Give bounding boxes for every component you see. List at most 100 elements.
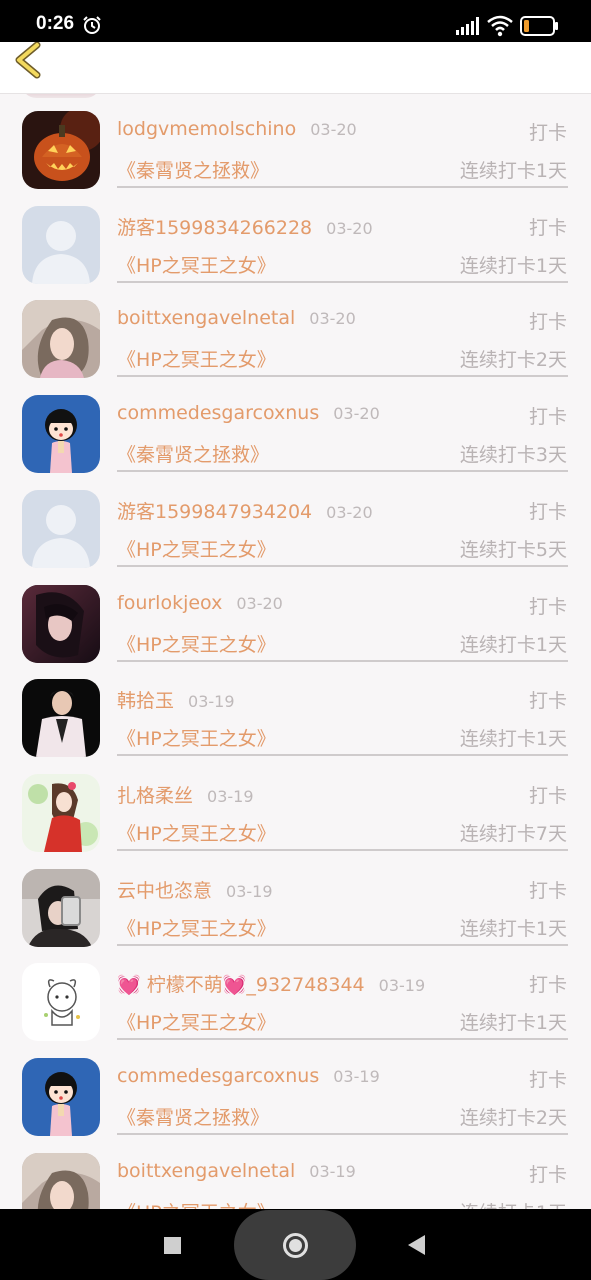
user-name[interactable]: 云中也恣意: [117, 880, 212, 902]
user-name[interactable]: 游客1599834266228: [117, 217, 312, 239]
battery-icon: [520, 16, 558, 36]
checkin-type: 打卡: [528, 216, 567, 239]
user-name[interactable]: boittxengavelnetal: [117, 1160, 295, 1182]
book-title[interactable]: 《HP之冥王之女》: [117, 1198, 276, 1209]
list-item[interactable]: fourlokjeox 03-20 打卡 《HP之冥王之女》 连续打卡1天: [0, 568, 591, 663]
book-title[interactable]: 《HP之冥王之女》: [117, 345, 276, 372]
user-name[interactable]: fourlokjeox: [117, 592, 222, 614]
checkin-type: 打卡: [528, 500, 567, 523]
streak-label: 连续打卡1天: [459, 917, 567, 940]
checkin-type: 打卡: [528, 690, 567, 713]
divider: [117, 186, 568, 188]
streak-label: 连续打卡1天: [459, 254, 567, 277]
avatar[interactable]: [22, 679, 100, 758]
book-title[interactable]: 《HP之冥王之女》: [117, 535, 276, 562]
streak-label: 连续打卡2天: [459, 349, 567, 372]
user-name[interactable]: 游客1599847934204: [117, 501, 312, 523]
book-title[interactable]: 《HP之冥王之女》: [117, 914, 276, 941]
checkin-type: 打卡: [528, 311, 567, 334]
user-name[interactable]: 扎格柔丝: [117, 785, 193, 807]
avatar[interactable]: [22, 1058, 100, 1136]
user-name[interactable]: 韩拾玉: [117, 690, 174, 712]
book-title[interactable]: 《秦霄贤之拯救》: [117, 156, 269, 183]
checkin-type: 打卡: [528, 974, 567, 997]
back-arrow-icon[interactable]: [10, 42, 50, 82]
list-item[interactable]: lodgvmemolschino 03-20 打卡《秦霄贤之拯救》 连续打卡1天: [0, 94, 591, 189]
book-title[interactable]: 《HP之冥王之女》: [117, 630, 276, 657]
checkin-type: 打卡: [528, 406, 567, 429]
streak-label: 连续打卡1天: [459, 728, 567, 751]
divider: [117, 754, 568, 757]
book-title[interactable]: 《秦霄贤之拯救》: [117, 440, 269, 467]
status-bar: 0:26: [0, 0, 591, 42]
checkin-date: 03-20: [310, 120, 357, 139]
top-app-bar: [0, 42, 591, 94]
user-name[interactable]: lodgvmemolschino: [117, 118, 296, 140]
book-title[interactable]: 《HP之冥王之女》: [117, 251, 276, 278]
avatar[interactable]: [22, 395, 100, 474]
list-item[interactable]: boittxengavelnetal 03-19 打卡《HP之冥王之女》 连续打卡1天: [0, 1136, 591, 1209]
avatar[interactable]: [22, 205, 100, 284]
avatar[interactable]: [22, 111, 100, 189]
list-item[interactable]: boittxengavelnetal 03-20 打卡《HP之冥王之女》 连续打卡2天: [0, 283, 591, 379]
avatar[interactable]: [22, 300, 100, 379]
checkin-type: 打卡: [528, 1069, 567, 1091]
checkin-type: 打卡: [528, 1163, 567, 1186]
checkin-date: 03-20: [309, 309, 356, 329]
checkin-date: 03-19: [378, 976, 426, 996]
book-title[interactable]: 《秦霄贤之拯救》: [117, 1103, 269, 1130]
list-item[interactable]: 韩拾玉 03-19 打卡《HP之冥王之女》 连续打卡1天: [0, 662, 591, 758]
system-nav-bar: [0, 1209, 591, 1280]
avatar[interactable]: [22, 489, 100, 568]
divider: [117, 375, 568, 378]
list-item[interactable]: 游客1599847934204 03-20 打卡《HP之冥王之女》 连续打卡5天: [0, 473, 591, 568]
streak-label: 连续打卡1天: [459, 633, 567, 656]
checkin-date: 03-20: [326, 502, 373, 522]
checkin-date: 03-19: [207, 786, 254, 806]
checkin-type: 打卡: [528, 879, 567, 902]
user-name[interactable]: commedesgarcoxnus: [117, 1065, 319, 1087]
home-dot-icon: [289, 1239, 302, 1252]
book-title[interactable]: 《HP之冥王之女》: [117, 724, 276, 751]
signal-icon: [456, 17, 479, 35]
checkin-date: 03-19: [333, 1067, 380, 1086]
streak-label: 连续打卡1天: [460, 1198, 567, 1209]
avatar[interactable]: [22, 868, 100, 947]
divider: [117, 943, 568, 946]
list-item[interactable]: 💓 柠檬不萌💓_932748344 03-19 打卡《HP之冥王之女》 连续打卡1天: [0, 946, 591, 1042]
user-name[interactable]: boittxengavelnetal: [117, 307, 295, 329]
book-title[interactable]: 《HP之冥王之女》: [117, 819, 276, 846]
streak-label: 连续打卡5天: [459, 538, 567, 561]
checkin-list: lodgvmemolschino 03-20 打卡 《秦霄贤之拯救》 连续打卡1天 游客1…: [0, 94, 591, 1209]
list-item[interactable]: commedesgarcoxnus 03-19 打卡《秦霄贤之拯救》 连续打卡2天: [0, 1041, 591, 1136]
book-title[interactable]: 《HP之冥王之女》: [117, 1008, 276, 1035]
streak-label: 连续打卡7天: [459, 822, 567, 845]
checkin-type: 打卡: [528, 122, 567, 144]
streak-label: 连续打卡2天: [459, 1107, 567, 1129]
divider: [117, 659, 568, 662]
status-time: 0:26: [36, 13, 75, 34]
checkin-date: 03-20: [333, 404, 380, 424]
avatar[interactable]: [22, 963, 100, 1042]
divider: [117, 564, 568, 567]
home-button[interactable]: [234, 1210, 356, 1280]
streak-label: 连续打卡1天: [459, 160, 567, 182]
user-name[interactable]: 💓 柠檬不萌💓_932748344: [117, 974, 365, 996]
list-item[interactable]: commedesgarcoxnus 03-20 打卡 《秦霄贤之拯救》 连续打卡3天: [0, 378, 591, 474]
divider: [117, 470, 568, 473]
avatar[interactable]: [22, 584, 100, 663]
divider: [117, 1133, 568, 1135]
checkin-date: 03-20: [326, 218, 373, 238]
avatar[interactable]: [22, 1152, 100, 1209]
list-item[interactable]: 游客1599834266228 03-20 打卡《HP之冥王之女》 连续打卡1天: [0, 189, 591, 284]
avatar[interactable]: [22, 773, 100, 852]
streak-label: 连续打卡1天: [459, 1012, 567, 1035]
checkin-date: 03-19: [188, 692, 235, 712]
list-item[interactable]: 扎格柔丝 03-19 打卡 《HP之冥王之女》 连续打卡7天: [0, 757, 591, 852]
checkin-date: 03-19: [226, 881, 273, 901]
back-triangle-icon[interactable]: [408, 1235, 425, 1255]
checkin-date: 03-19: [309, 1161, 356, 1181]
user-name[interactable]: commedesgarcoxnus: [117, 402, 319, 424]
recents-button[interactable]: [164, 1237, 181, 1254]
list-item[interactable]: 云中也恣意 03-19 打卡《HP之冥王之女》 连续打卡1天: [0, 852, 591, 947]
